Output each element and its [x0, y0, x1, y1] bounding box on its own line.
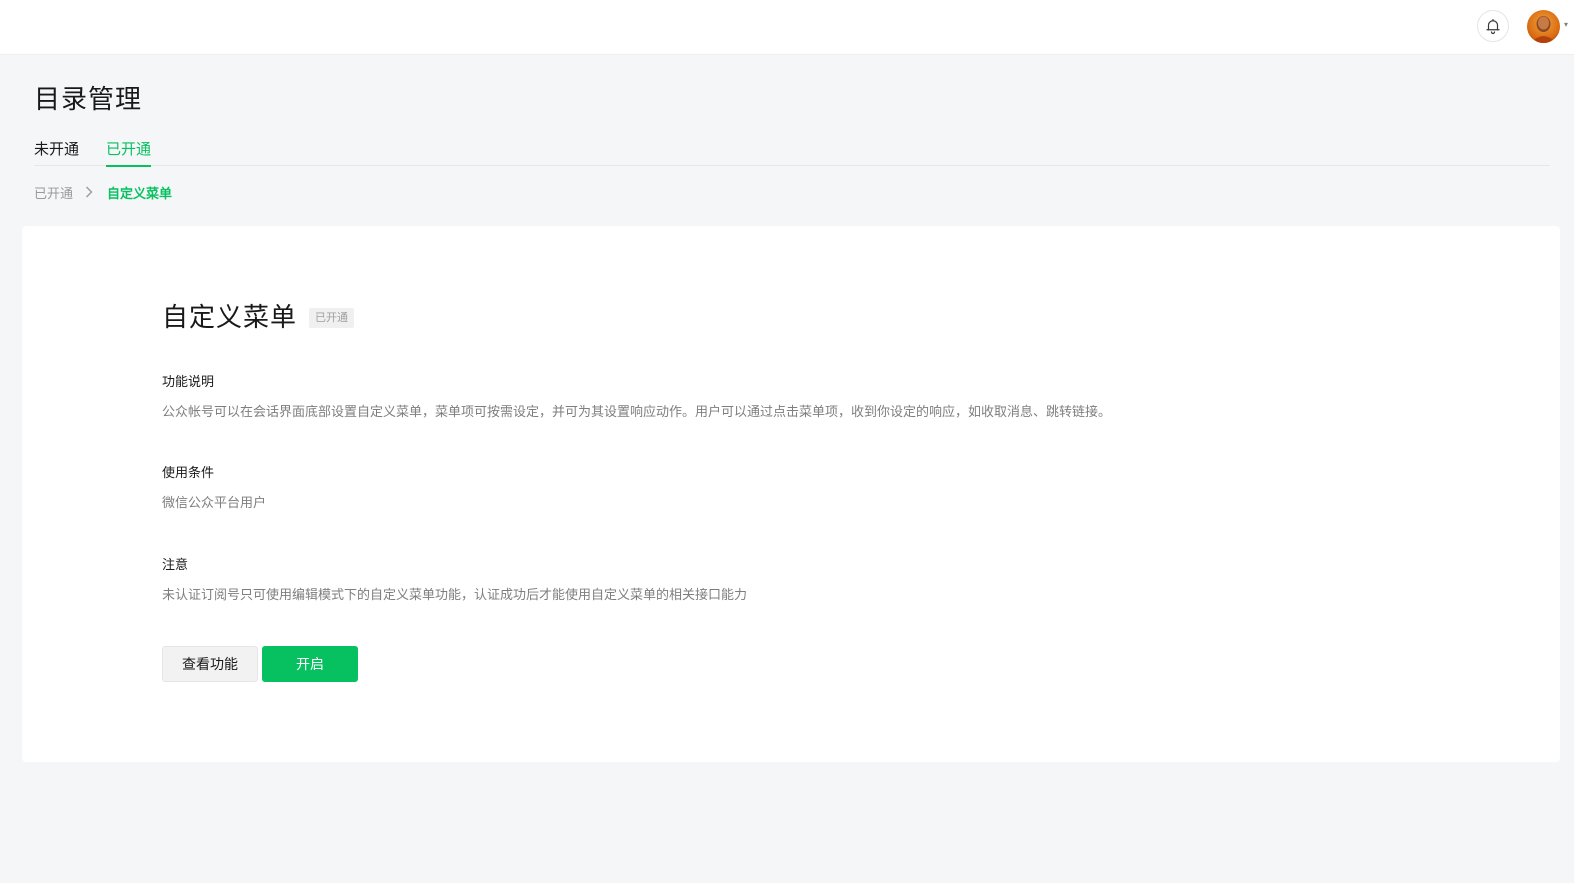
section-text: 未认证订阅号只可使用编辑模式下的自定义菜单功能，认证成功后才能使用自定义菜单的相… [162, 588, 748, 603]
feature-content: 自定义菜单 已开通 功能说明 公众帐号可以在会话界面底部设置自定义菜单，菜单项可… [162, 298, 1462, 682]
status-badge: 已开通 [309, 308, 355, 328]
section-title: 功能说明 [162, 375, 215, 390]
page-title: 目录管理 [34, 85, 143, 115]
caret-down-icon[interactable]: ▾ [1564, 21, 1570, 29]
section-title: 注意 [162, 558, 189, 573]
notification-button[interactable] [1477, 10, 1509, 42]
tab-bar: 未开通 已开通 [34, 134, 1550, 167]
feature-card: 自定义菜单 已开通 功能说明 公众帐号可以在会话界面底部设置自定义菜单，菜单项可… [22, 226, 1560, 762]
top-bar: ▾ [0, 0, 1574, 54]
user-avatar-image [1527, 10, 1560, 43]
tab-not-enabled[interactable]: 未开通 [34, 134, 79, 166]
tab-enabled[interactable]: 已开通 [106, 134, 152, 167]
section-title: 使用条件 [162, 466, 215, 481]
chevron-right-icon [85, 186, 93, 198]
breadcrumb-parent[interactable]: 已开通 [34, 183, 73, 202]
section-notice: 注意 未认证订阅号只可使用编辑模式下的自定义菜单功能，认证成功后才能使用自定义菜… [162, 556, 747, 606]
view-feature-button[interactable]: 查看功能 [162, 646, 258, 682]
bell-icon [1484, 17, 1502, 35]
breadcrumb: 已开通 自定义菜单 [34, 182, 172, 202]
enable-button[interactable]: 开启 [262, 646, 358, 682]
avatar[interactable] [1527, 10, 1560, 43]
breadcrumb-current: 自定义菜单 [107, 186, 173, 202]
feature-header: 自定义菜单 已开通 [162, 298, 1462, 338]
section-text: 公众帐号可以在会话界面底部设置自定义菜单，菜单项可按需设定，并可为其设置响应动作… [162, 405, 1112, 420]
section-text: 微信公众平台用户 [162, 496, 267, 511]
section-description: 功能说明 公众帐号可以在会话界面底部设置自定义菜单，菜单项可按需设定，并可为其设… [162, 373, 1111, 423]
section-requirements: 使用条件 微信公众平台用户 [162, 464, 266, 514]
feature-title: 自定义菜单 [162, 303, 298, 333]
action-bar: 查看功能 开启 [162, 646, 358, 682]
